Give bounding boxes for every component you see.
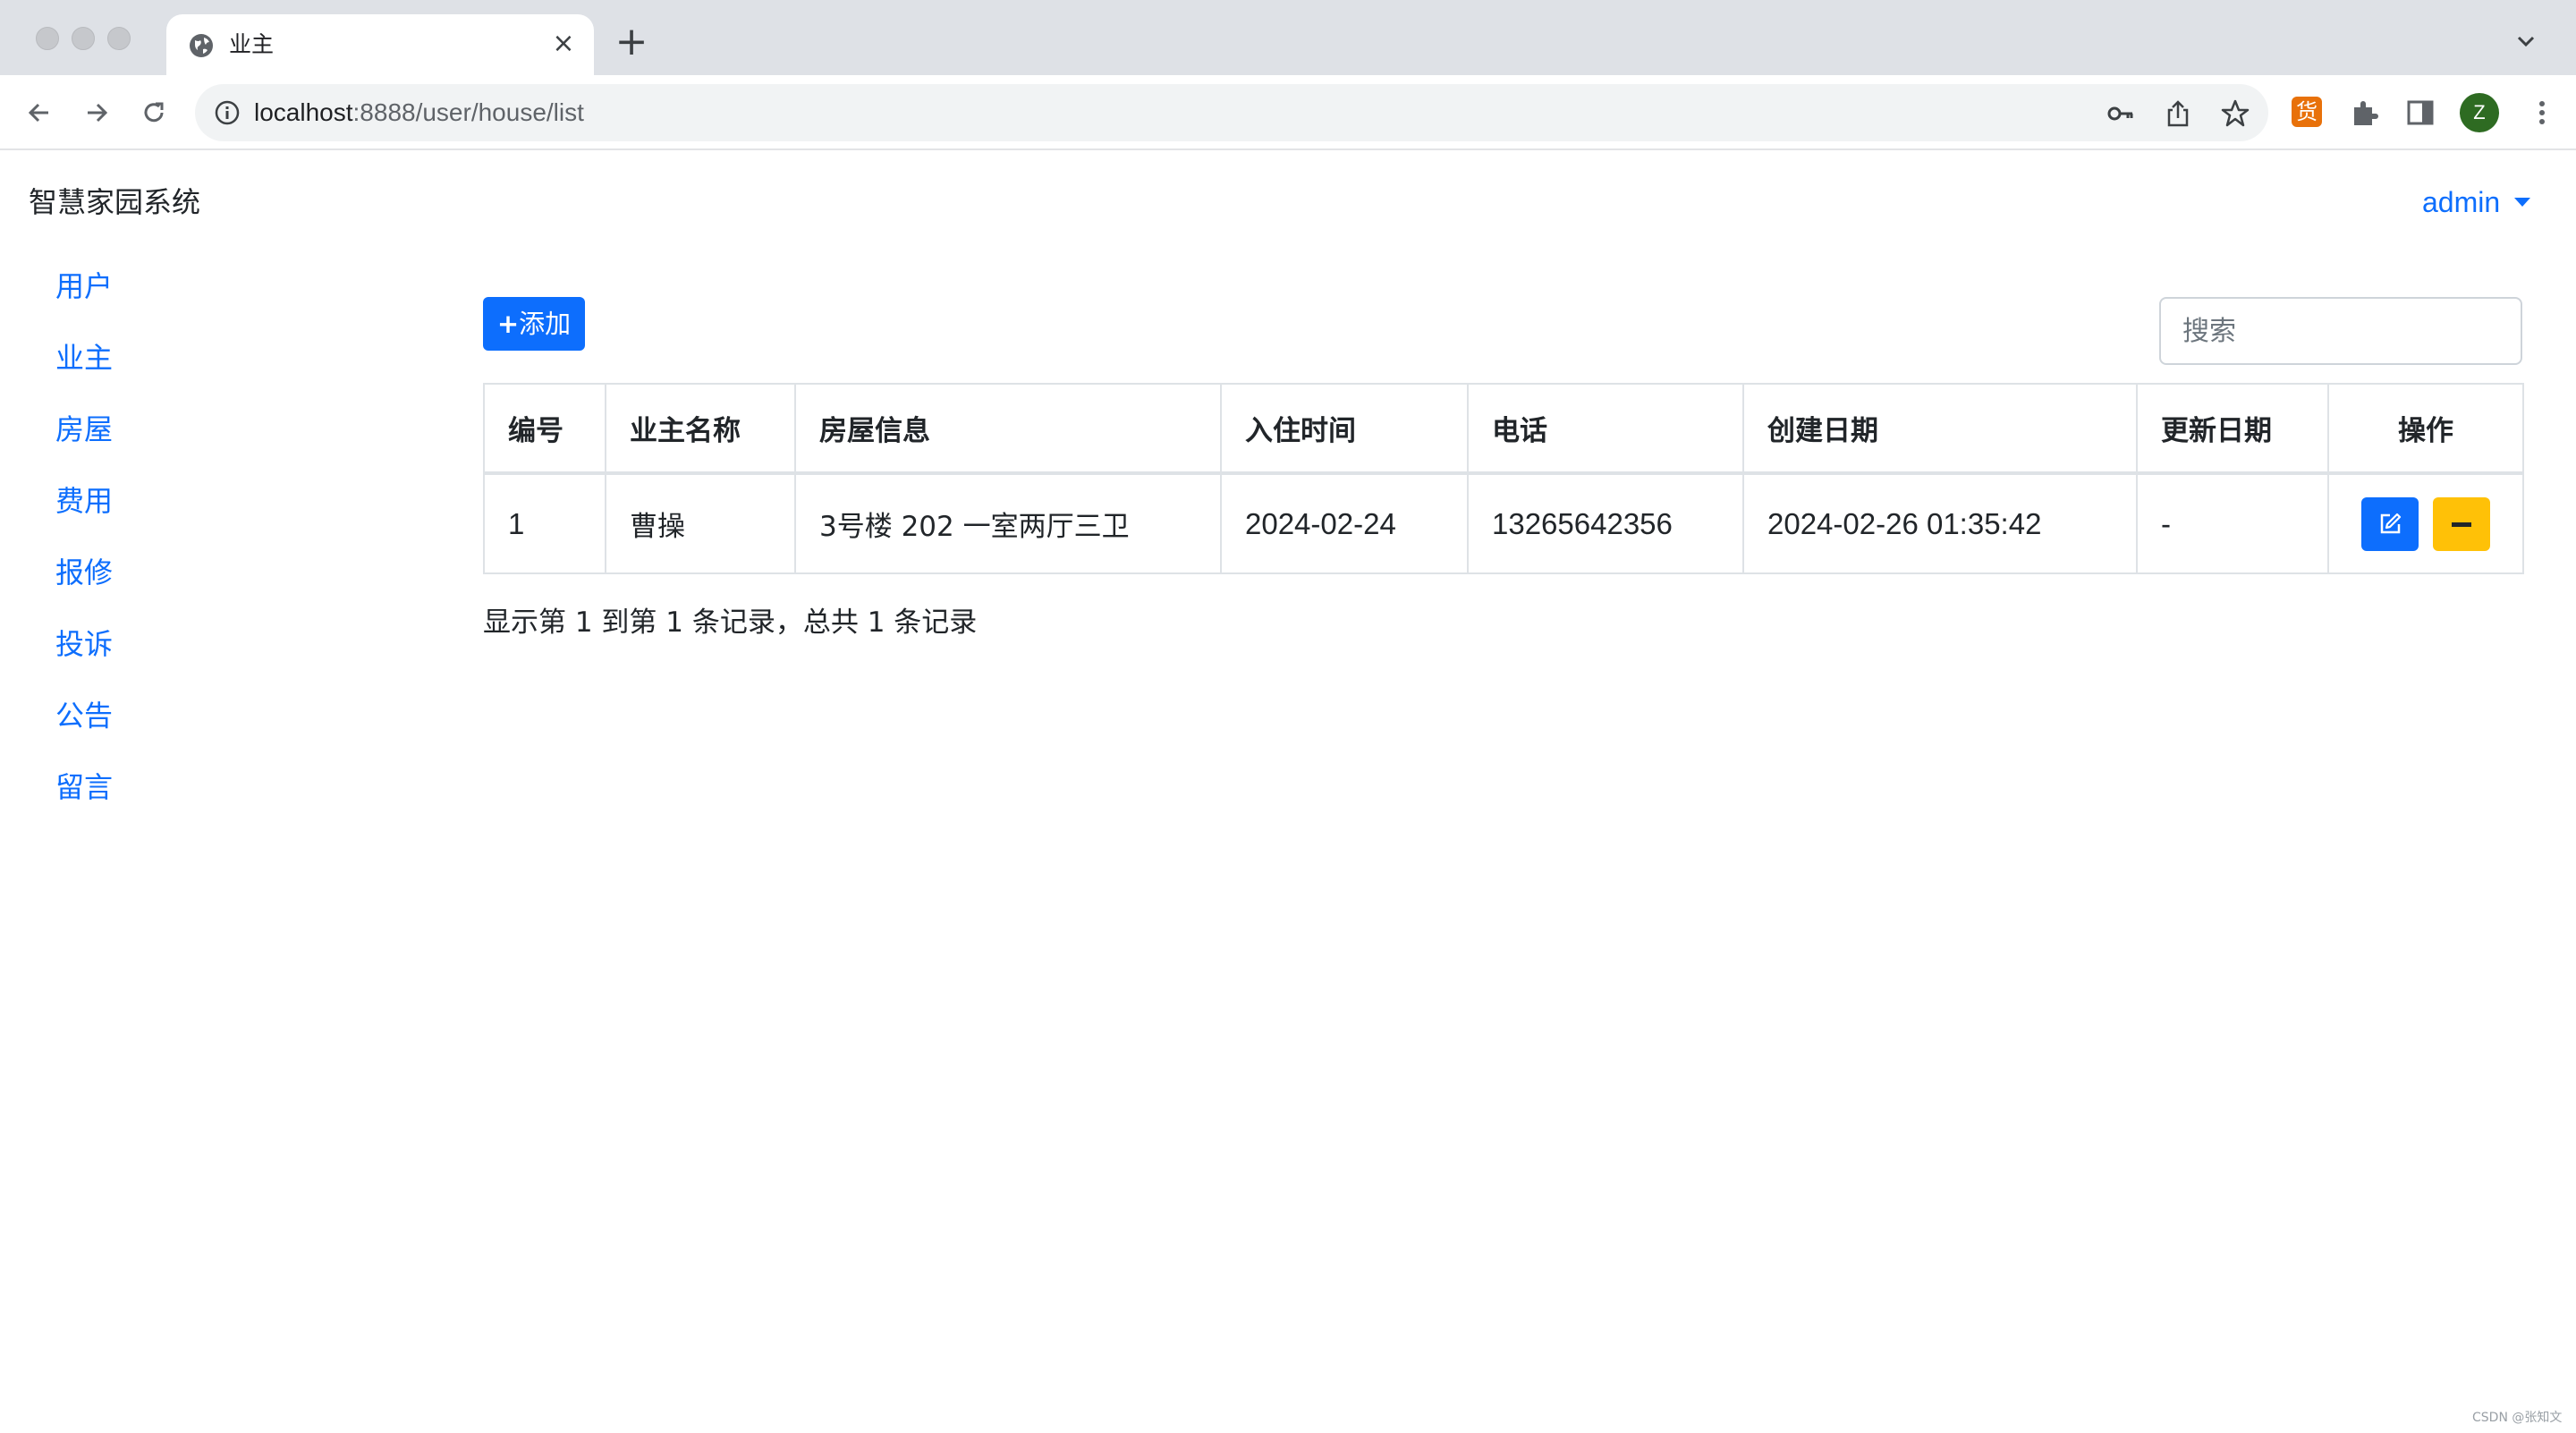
watermark: CSDN @张知文 — [2472, 1411, 2563, 1425]
column-header-updated: 更新日期 — [2136, 383, 2329, 475]
puzzle-extensions-icon[interactable] — [2349, 97, 2381, 129]
column-header-actions: 操作 — [2327, 383, 2524, 475]
browser-tab-bar: 业主 × + — [0, 0, 2576, 75]
browser-toolbar: localhost:8888/user/house/list 货 Z — [0, 75, 2576, 150]
window-minimize-button[interactable] — [72, 27, 95, 50]
sidebar-item-complaints[interactable]: 投诉 — [55, 623, 113, 666]
tab-title: 业主 — [229, 31, 275, 57]
key-icon[interactable] — [2106, 98, 2136, 129]
edit-icon — [2380, 513, 2402, 533]
url-path: :8888/user/house/list — [352, 98, 584, 126]
sidebar-item-notices[interactable]: 公告 — [55, 694, 113, 737]
cell-updated: - — [2136, 472, 2329, 574]
owners-table: 编号 业主名称 房屋信息 入住时间 电话 创建日期 更新日期 操作 1 曹操 3… — [483, 383, 2524, 574]
column-header-phone: 电话 — [1467, 383, 1744, 475]
globe-icon — [190, 34, 213, 57]
cell-phone: 13265642356 — [1467, 472, 1744, 574]
cell-actions — [2327, 472, 2524, 574]
sidebar-item-repairs[interactable]: 报修 — [55, 551, 113, 594]
plus-icon: + — [496, 309, 520, 339]
sidebar-item-houses[interactable]: 房屋 — [55, 408, 113, 451]
profile-avatar[interactable]: Z — [2460, 93, 2499, 132]
user-name: admin — [2422, 186, 2501, 218]
table-header-row: 编号 业主名称 房屋信息 入住时间 电话 创建日期 更新日期 操作 — [483, 383, 2524, 475]
back-arrow-icon[interactable] — [21, 95, 57, 131]
reload-icon[interactable] — [136, 95, 172, 131]
add-button[interactable]: +添加 — [483, 297, 585, 351]
cell-created: 2024-02-26 01:35:42 — [1742, 472, 2138, 574]
window-zoom-button[interactable] — [107, 27, 131, 50]
sidebar-item-fees[interactable]: 费用 — [55, 479, 113, 522]
more-menu-icon[interactable] — [2524, 95, 2560, 131]
sidebar-item-owners[interactable]: 业主 — [55, 336, 113, 379]
search-input[interactable] — [2159, 297, 2522, 365]
chevron-down-icon[interactable] — [2512, 27, 2540, 55]
add-button-label: 添加 — [519, 309, 572, 339]
share-icon[interactable] — [2163, 98, 2193, 129]
cell-house-info: 3号楼 202 一室两厅三卫 — [794, 472, 1222, 574]
cell-move-in-date: 2024-02-24 — [1220, 472, 1469, 574]
column-header-owner-name: 业主名称 — [605, 383, 796, 475]
column-header-id: 编号 — [483, 383, 606, 475]
browser-tab-active[interactable]: 业主 × — [166, 14, 594, 75]
extension-huo-icon[interactable]: 货 — [2292, 97, 2322, 127]
address-bar[interactable]: localhost:8888/user/house/list — [195, 84, 2268, 141]
app-brand[interactable]: 智慧家园系统 — [29, 181, 200, 224]
close-tab-icon[interactable]: × — [547, 29, 580, 61]
site-info-icon[interactable] — [213, 98, 242, 127]
column-header-created: 创建日期 — [1742, 383, 2138, 475]
new-tab-plus-icon[interactable]: + — [614, 22, 649, 62]
cell-owner-name: 曹操 — [605, 472, 796, 574]
user-dropdown[interactable]: admin — [2422, 181, 2531, 224]
table-row: 1 曹操 3号楼 202 一室两厅三卫 2024-02-24 132656423… — [483, 472, 2524, 574]
edit-button[interactable] — [2361, 496, 2419, 551]
caret-down-icon — [2514, 198, 2531, 207]
sidebar-item-messages[interactable]: 留言 — [55, 766, 113, 809]
url-host: localhost — [254, 98, 353, 126]
pagination-summary: 显示第 1 到第 1 条记录，总共 1 条记录 — [483, 606, 978, 639]
window-close-button[interactable] — [36, 27, 59, 50]
sidebar-item-users[interactable]: 用户 — [55, 265, 113, 308]
url-text: localhost:8888/user/house/list — [254, 97, 584, 129]
side-panel-icon[interactable] — [2404, 97, 2436, 129]
column-header-house-info: 房屋信息 — [794, 383, 1222, 475]
cell-id: 1 — [483, 472, 606, 574]
delete-button[interactable] — [2432, 496, 2490, 551]
forward-arrow-icon[interactable] — [79, 95, 114, 131]
bookmark-star-icon[interactable] — [2220, 98, 2250, 129]
minus-icon — [2451, 521, 2471, 527]
column-header-move-in-date: 入住时间 — [1220, 383, 1469, 475]
